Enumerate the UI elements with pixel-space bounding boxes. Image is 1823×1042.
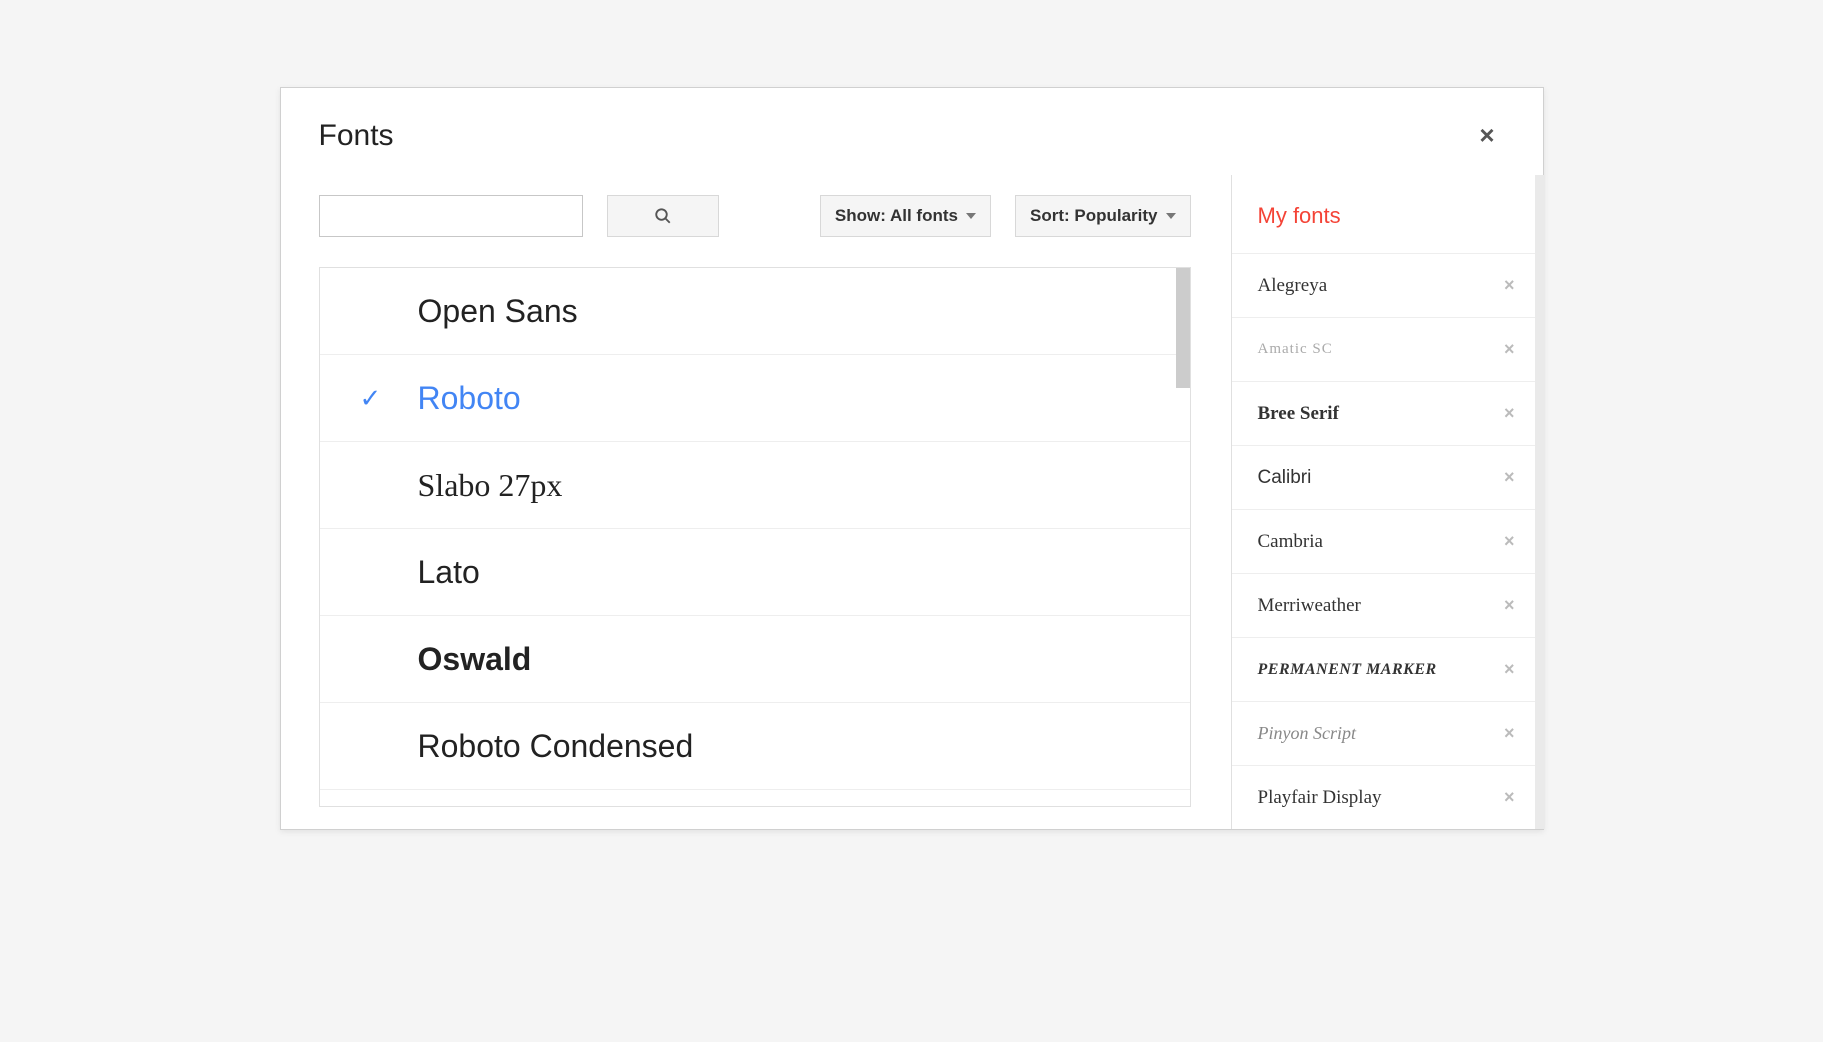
- font-name-label: Oswald: [418, 641, 532, 678]
- my-font-name-label: Alegreya: [1258, 275, 1328, 297]
- search-input[interactable]: [319, 195, 583, 237]
- sort-label: Sort: Popularity: [1030, 206, 1158, 226]
- font-name-label: Slabo 27px: [418, 467, 563, 504]
- controls-row: Show: All fonts Sort: Popularity: [319, 175, 1231, 267]
- check-icon: ✓: [360, 383, 382, 414]
- search-button[interactable]: [607, 195, 719, 237]
- close-icon: ×: [1504, 787, 1515, 807]
- dialog-title: Fonts: [319, 119, 394, 153]
- close-button[interactable]: ×: [1469, 116, 1504, 155]
- remove-font-button[interactable]: ×: [1504, 467, 1515, 488]
- sort-dropdown[interactable]: Sort: Popularity: [1015, 195, 1191, 237]
- my-fonts-pane: My fonts Alegreya×Amatic SC×Bree Serif×C…: [1231, 175, 1543, 829]
- my-font-name-label: Permanent Marker: [1258, 661, 1437, 679]
- font-list[interactable]: Open Sans ✓ Roboto Slabo 27px Lato Oswald Robo…: [320, 268, 1190, 806]
- search-icon: [654, 207, 672, 225]
- remove-font-button[interactable]: ×: [1504, 531, 1515, 552]
- scrollbar[interactable]: [1176, 268, 1190, 388]
- close-icon: ×: [1504, 467, 1515, 487]
- close-icon: ×: [1504, 723, 1515, 743]
- my-font-name-label: Merriweather: [1258, 595, 1361, 617]
- remove-font-button[interactable]: ×: [1504, 275, 1515, 296]
- my-font-item[interactable]: Alegreya ×: [1232, 253, 1543, 317]
- my-font-name-label: Bree Serif: [1258, 403, 1339, 425]
- chevron-down-icon: [966, 213, 976, 219]
- chevron-down-icon: [1166, 213, 1176, 219]
- my-fonts-list: Alegreya×Amatic SC×Bree Serif×Calibri×Ca…: [1232, 253, 1543, 829]
- remove-font-button[interactable]: ×: [1504, 787, 1515, 808]
- my-font-item[interactable]: Pinyon Script ×: [1232, 701, 1543, 765]
- my-font-name-label: Amatic SC: [1258, 341, 1333, 358]
- close-icon: ×: [1504, 595, 1515, 615]
- close-icon: ×: [1504, 339, 1515, 359]
- font-list-item[interactable]: Roboto Condensed: [320, 703, 1190, 790]
- my-font-name-label: Pinyon Script: [1258, 723, 1356, 744]
- left-pane: Show: All fonts Sort: Popularity Open Sa…: [281, 175, 1231, 829]
- my-font-item[interactable]: Permanent Marker ×: [1232, 637, 1543, 701]
- close-icon: ×: [1504, 659, 1515, 679]
- my-font-item[interactable]: Calibri ×: [1232, 445, 1543, 509]
- my-font-item[interactable]: Bree Serif ×: [1232, 381, 1543, 445]
- font-list-container: Open Sans ✓ Roboto Slabo 27px Lato Oswald Robo…: [319, 267, 1191, 807]
- my-font-name-label: Playfair Display: [1258, 787, 1382, 809]
- remove-font-button[interactable]: ×: [1504, 339, 1515, 360]
- my-font-name-label: Calibri: [1258, 467, 1312, 489]
- remove-font-button[interactable]: ×: [1504, 595, 1515, 616]
- my-font-item[interactable]: Merriweather ×: [1232, 573, 1543, 637]
- dialog-header: Fonts ×: [281, 88, 1543, 175]
- font-name-label: Lato: [418, 554, 480, 591]
- close-icon: ×: [1479, 120, 1494, 150]
- font-list-item[interactable]: ✓ Roboto: [320, 355, 1190, 442]
- remove-font-button[interactable]: ×: [1504, 403, 1515, 424]
- font-list-item[interactable]: Slabo 27px: [320, 442, 1190, 529]
- dialog-body: Show: All fonts Sort: Popularity Open Sa…: [281, 175, 1543, 829]
- my-font-item[interactable]: Playfair Display ×: [1232, 765, 1543, 829]
- remove-font-button[interactable]: ×: [1504, 723, 1515, 744]
- my-font-item[interactable]: Cambria ×: [1232, 509, 1543, 573]
- fonts-dialog: Fonts × Show: All fonts: [280, 87, 1544, 830]
- font-name-label: Roboto Condensed: [418, 728, 694, 765]
- close-icon: ×: [1504, 275, 1515, 295]
- font-name-label: Roboto: [418, 380, 521, 417]
- font-list-item[interactable]: Open Sans: [320, 268, 1190, 355]
- my-fonts-header: My fonts: [1232, 175, 1543, 253]
- font-name-label: Open Sans: [418, 293, 578, 330]
- remove-font-button[interactable]: ×: [1504, 659, 1515, 680]
- show-filter-dropdown[interactable]: Show: All fonts: [820, 195, 991, 237]
- font-list-item[interactable]: Oswald: [320, 616, 1190, 703]
- show-filter-label: Show: All fonts: [835, 206, 958, 226]
- my-font-name-label: Cambria: [1258, 531, 1323, 553]
- close-icon: ×: [1504, 403, 1515, 423]
- scrollbar[interactable]: [1535, 175, 1545, 829]
- font-list-item[interactable]: Lato: [320, 529, 1190, 616]
- my-font-item[interactable]: Amatic SC ×: [1232, 317, 1543, 381]
- close-icon: ×: [1504, 531, 1515, 551]
